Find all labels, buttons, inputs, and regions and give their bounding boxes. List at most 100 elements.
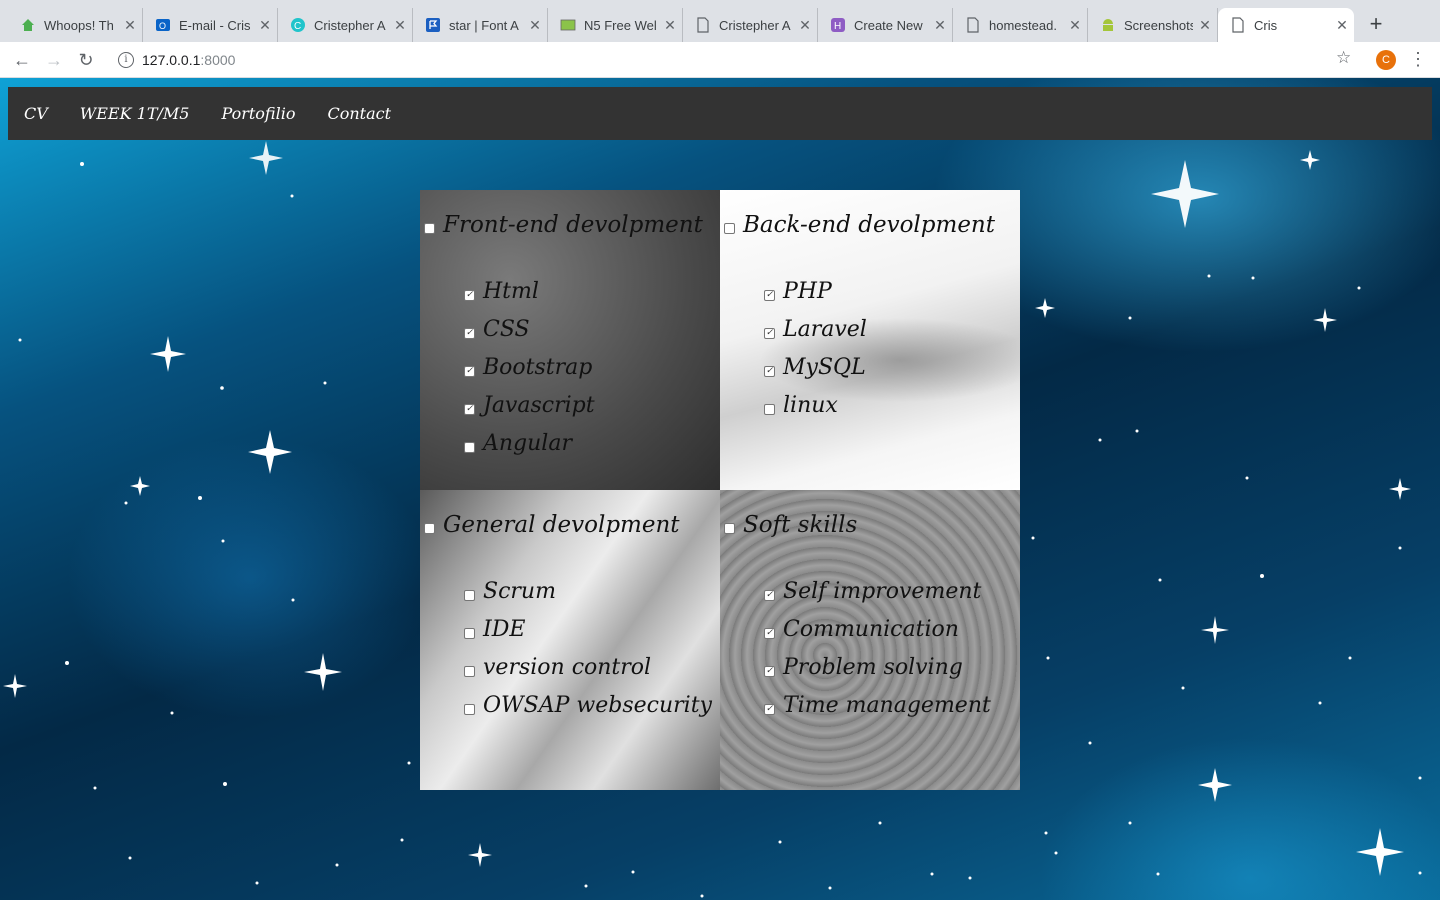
skill-label: Time management	[783, 692, 991, 718]
svg-text:H: H	[834, 21, 841, 32]
skill-label: IDE	[483, 616, 526, 642]
soft-skills-checkbox[interactable]	[724, 522, 735, 534]
skill-checkbox[interactable]	[464, 665, 475, 677]
skill-label: Self improvement	[783, 578, 982, 604]
address-bar[interactable]: i 127.0.0.1:8000	[108, 46, 1368, 74]
back-end-checkbox[interactable]	[724, 222, 735, 234]
tab-title: homestead.	[989, 17, 1057, 33]
browser-tab[interactable]: C Cristepher A ✕	[278, 8, 413, 42]
skill-item: Javascript	[464, 386, 595, 424]
skill-checkbox[interactable]	[464, 703, 475, 715]
tab-title: Whoops! Th	[44, 17, 114, 33]
skill-item: version control	[464, 648, 712, 686]
front-end-checkbox[interactable]	[424, 222, 435, 234]
kebab-menu-icon[interactable]: ⋮	[1408, 48, 1428, 70]
skill-checkbox[interactable]	[764, 365, 775, 377]
nav-link-portfolio[interactable]: Portofilio	[221, 104, 295, 123]
section-heading: Soft skills	[724, 512, 857, 538]
tab-title: Screenshots	[1124, 17, 1193, 33]
close-icon[interactable]: ✕	[388, 17, 412, 34]
browser-tab[interactable]: star | Font A ✕	[413, 8, 548, 42]
close-icon[interactable]: ✕	[1330, 17, 1354, 34]
skill-label: Javascript	[483, 392, 595, 418]
browser-tab[interactable]: Cristepher A ✕	[683, 8, 818, 42]
bookmark-star-icon[interactable]: ☆	[1336, 48, 1351, 68]
skill-item: OWSAP websecurity	[464, 686, 712, 724]
skill-checkbox[interactable]	[464, 403, 475, 415]
skill-checkbox[interactable]	[764, 703, 775, 715]
skill-item: Problem solving	[764, 648, 991, 686]
browser-tab[interactable]: Screenshots ✕	[1088, 8, 1218, 42]
skill-label: CSS	[483, 316, 530, 342]
skill-item: Communication	[764, 610, 991, 648]
browser-tab-active[interactable]: Cris ✕	[1218, 8, 1354, 42]
close-icon[interactable]: ✕	[793, 17, 817, 34]
close-icon[interactable]: ✕	[118, 17, 142, 34]
skill-label: Problem solving	[783, 654, 963, 680]
skill-checkbox[interactable]	[764, 589, 775, 601]
skill-label: OWSAP websecurity	[483, 692, 712, 718]
skill-checkbox[interactable]	[764, 403, 775, 415]
url-host: 127.0.0.1	[142, 52, 201, 68]
skill-label: Bootstrap	[483, 354, 593, 380]
nav-link-week[interactable]: WEEK 1T/M5	[80, 104, 190, 123]
close-icon[interactable]: ✕	[928, 17, 952, 34]
skill-checkbox[interactable]	[464, 327, 475, 339]
section-title: Soft skills	[743, 512, 858, 538]
reload-icon[interactable]: ↻	[74, 48, 98, 72]
close-icon[interactable]: ✕	[523, 17, 547, 34]
tab-title: N5 Free Wel	[584, 17, 657, 33]
skill-label: Communication	[783, 616, 959, 642]
general-checkbox[interactable]	[424, 522, 435, 534]
tab-title: Create New	[854, 17, 923, 33]
skill-checkbox[interactable]	[764, 665, 775, 677]
skill-checkbox[interactable]	[464, 441, 475, 453]
page-viewport: CV WEEK 1T/M5 Portofilio Contact Front-e…	[0, 78, 1440, 900]
skill-item: MySQL	[764, 348, 867, 386]
back-arrow-icon[interactable]: ←	[10, 48, 34, 72]
skill-item: Bootstrap	[464, 348, 595, 386]
skill-checkbox[interactable]	[464, 365, 475, 377]
skill-item: PHP	[764, 272, 867, 310]
skill-checkbox[interactable]	[464, 289, 475, 301]
site-navbar: CV WEEK 1T/M5 Portofilio Contact	[8, 87, 1432, 140]
url-port: :8000	[200, 52, 236, 68]
skill-item: Self improvement	[764, 572, 991, 610]
document-icon	[965, 17, 981, 33]
skill-checkbox[interactable]	[764, 627, 775, 639]
close-icon[interactable]: ✕	[1193, 17, 1217, 34]
close-icon[interactable]: ✕	[253, 17, 277, 34]
tab-strip: Whoops! Th ✕ O E-mail - Cris ✕ C Cristep…	[0, 0, 1440, 42]
nav-link-contact[interactable]: Contact	[327, 104, 391, 123]
browser-tab[interactable]: N5 Free Wel ✕	[548, 8, 683, 42]
skill-checkbox[interactable]	[464, 627, 475, 639]
c-circle-icon: C	[290, 17, 306, 33]
skill-label: Angular	[483, 430, 572, 456]
close-icon[interactable]: ✕	[1063, 17, 1087, 34]
document-icon	[1230, 17, 1246, 33]
skill-checkbox[interactable]	[464, 589, 475, 601]
section-heading: General devolpment	[424, 512, 680, 538]
browser-tab[interactable]: H Create New ✕	[818, 8, 953, 42]
browser-tab[interactable]: homestead. ✕	[953, 8, 1088, 42]
document-icon	[695, 17, 711, 33]
browser-tab[interactable]: Whoops! Th ✕	[8, 8, 143, 42]
info-icon[interactable]: i	[118, 52, 134, 68]
skill-item: linux	[764, 386, 867, 424]
forward-arrow-icon[interactable]: →	[42, 48, 66, 72]
skill-label: Html	[483, 278, 539, 304]
new-tab-button[interactable]: +	[1364, 12, 1388, 36]
nav-link-cv[interactable]: CV	[24, 104, 48, 123]
skill-list: Html CSS Bootstrap Javascript Angular	[464, 272, 595, 462]
skill-checkbox[interactable]	[764, 289, 775, 301]
browser-tab[interactable]: O E-mail - Cris ✕	[143, 8, 278, 42]
svg-text:O: O	[159, 21, 166, 31]
skill-checkbox[interactable]	[764, 327, 775, 339]
close-icon[interactable]: ✕	[658, 17, 682, 34]
tab-title: Cristepher A	[719, 17, 791, 33]
skill-list: PHP Laravel MySQL linux	[764, 272, 867, 424]
tab-title: Cris	[1254, 17, 1278, 33]
profile-avatar[interactable]: C	[1376, 50, 1396, 70]
skill-item: Time management	[764, 686, 991, 724]
skill-label: Laravel	[783, 316, 867, 342]
